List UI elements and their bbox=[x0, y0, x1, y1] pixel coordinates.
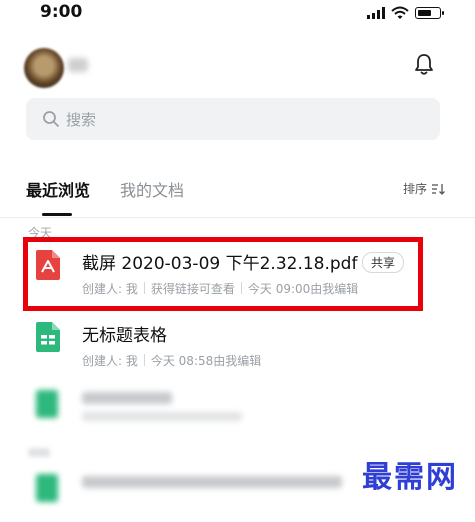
blurred-file-meta bbox=[82, 412, 242, 421]
status-bar: 9:00 bbox=[0, 0, 475, 28]
meta-creator: 创建人: 我 bbox=[82, 282, 138, 296]
wifi-icon bbox=[391, 6, 409, 19]
meta-divider bbox=[143, 282, 145, 294]
meta-divider bbox=[143, 354, 145, 366]
watermark-logo: 最需网 bbox=[362, 460, 458, 495]
meta-creator: 创建人: 我 bbox=[82, 354, 138, 368]
shared-badge: 共享 bbox=[362, 252, 405, 273]
tab-recent[interactable]: 最近浏览 bbox=[26, 177, 90, 201]
file-meta: 创建人: 我 今天 08:58由我编辑 bbox=[82, 352, 261, 369]
blurred-file-name bbox=[82, 392, 172, 404]
search-bar[interactable]: 搜索 bbox=[26, 98, 440, 140]
meta-edited: 今天 08:58由我编辑 bbox=[150, 354, 262, 368]
tab-my-documents[interactable]: 我的文档 bbox=[120, 177, 184, 201]
search-placeholder: 搜索 bbox=[66, 111, 97, 129]
file-meta: 创建人: 我 获得链接可查看 今天 09:00由我编辑 bbox=[82, 280, 358, 297]
blurred-file-name bbox=[82, 476, 342, 488]
pdf-icon bbox=[36, 250, 60, 280]
sort-label: 排序 bbox=[402, 182, 427, 196]
sort-button[interactable]: 排序 bbox=[403, 180, 445, 197]
file-row-sheet[interactable]: 无标题表格 创建人: 我 今天 08:58由我编辑 bbox=[0, 310, 475, 380]
username-blurred bbox=[68, 58, 88, 72]
file-name: 无标题表格 bbox=[82, 326, 167, 346]
sort-icon bbox=[432, 183, 445, 195]
blurred-file-icon bbox=[36, 390, 58, 418]
active-tab-indicator bbox=[42, 213, 72, 216]
meta-divider bbox=[240, 282, 242, 294]
status-time: 9:00 bbox=[40, 2, 83, 22]
cellular-signal-icon bbox=[367, 7, 385, 19]
file-row-blurred[interactable] bbox=[0, 378, 475, 438]
file-row-pdf[interactable]: 截屏 2020-03-09 下午2.32.18.pdf 共享 创建人: 我 获得… bbox=[0, 238, 475, 308]
avatar[interactable] bbox=[24, 48, 64, 88]
meta-edited: 今天 09:00由我编辑 bbox=[247, 282, 359, 296]
battery-icon bbox=[415, 7, 444, 19]
blurred-file-icon bbox=[36, 474, 58, 502]
status-icons bbox=[367, 6, 444, 20]
meta-link-permission: 获得链接可查看 bbox=[150, 282, 235, 296]
file-name: 截屏 2020-03-09 下午2.32.18.pdf bbox=[82, 254, 358, 274]
sheet-icon bbox=[36, 322, 60, 352]
tab-divider bbox=[0, 217, 475, 218]
notification-bell-icon[interactable] bbox=[413, 52, 435, 76]
group-label-blurred bbox=[28, 448, 50, 457]
search-icon bbox=[43, 111, 59, 127]
